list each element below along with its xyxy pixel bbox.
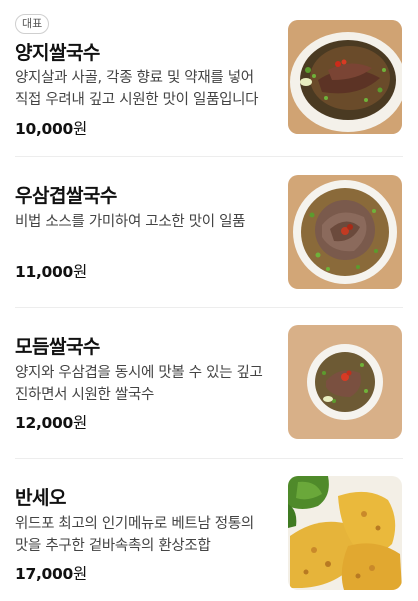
price-currency: 원 bbox=[73, 414, 87, 432]
menu-item-price: 10,000원 bbox=[15, 117, 87, 139]
menu-item-name: 우삼겹쌀국수 bbox=[15, 185, 117, 207]
menu-item-woosamgyeop-pho[interactable]: 우삼겹쌀국수 비법 소스를 가미하여 고소한 맛이 일품 11,000원 bbox=[0, 157, 418, 307]
price-currency: 원 bbox=[73, 565, 87, 583]
price-value: 11,000 bbox=[15, 263, 74, 281]
menu-item-name: 모듬쌀국수 bbox=[15, 336, 100, 358]
signature-badge: 대표 bbox=[15, 14, 50, 34]
price-value: 17,000 bbox=[15, 565, 74, 583]
menu-item-description: 비법 소스를 가미하여 고소한 맛이 일품 bbox=[15, 214, 246, 230]
banh-xeo-pancake-photo[interactable] bbox=[288, 476, 402, 590]
menu-item-name: 양지쌀국수 bbox=[15, 42, 100, 64]
menu-item-banh-xeo[interactable]: 반세오 위드포 최고의 인기메뉴로 베트남 정통의 맛을 추구한 겉바속촉의 환… bbox=[0, 459, 418, 601]
beef-pho-bowl-photo[interactable] bbox=[288, 20, 402, 134]
menu-list: 대표 양지쌀국수 양지살과 사골, 각종 향료 및 약재를 넣어 직접 우려내 … bbox=[0, 0, 418, 601]
price-value: 10,000 bbox=[15, 120, 74, 138]
menu-item-modeum-pho[interactable]: 모듬쌀국수 양지와 우삼겹을 동시에 맛볼 수 있는 깊고 진하면서 시원한 쌀… bbox=[0, 308, 418, 458]
price-currency: 원 bbox=[73, 120, 87, 138]
menu-item-description: 양지살과 사골, 각종 향료 및 약재를 넣어 직접 우려내 깊고 시원한 맛이… bbox=[15, 70, 259, 108]
price-currency: 원 bbox=[73, 263, 87, 281]
menu-item-price: 17,000원 bbox=[15, 562, 87, 584]
menu-item-price: 12,000원 bbox=[15, 411, 87, 433]
menu-item-description: 위드포 최고의 인기메뉴로 베트남 정통의 맛을 추구한 겉바속촉의 환상조합 bbox=[15, 516, 254, 554]
brisket-pho-bowl-photo[interactable] bbox=[288, 175, 402, 289]
combo-pho-bowl-photo[interactable] bbox=[288, 325, 402, 439]
menu-item-description: 양지와 우삼겹을 동시에 맛볼 수 있는 깊고 진하면서 시원한 쌀국수 bbox=[15, 365, 263, 403]
menu-item-yangji-pho[interactable]: 대표 양지쌀국수 양지살과 사골, 각종 향료 및 약재를 넣어 직접 우려내 … bbox=[0, 0, 418, 150]
price-value: 12,000 bbox=[15, 414, 74, 432]
menu-item-price: 11,000원 bbox=[15, 260, 87, 282]
menu-item-name: 반세오 bbox=[15, 487, 66, 509]
